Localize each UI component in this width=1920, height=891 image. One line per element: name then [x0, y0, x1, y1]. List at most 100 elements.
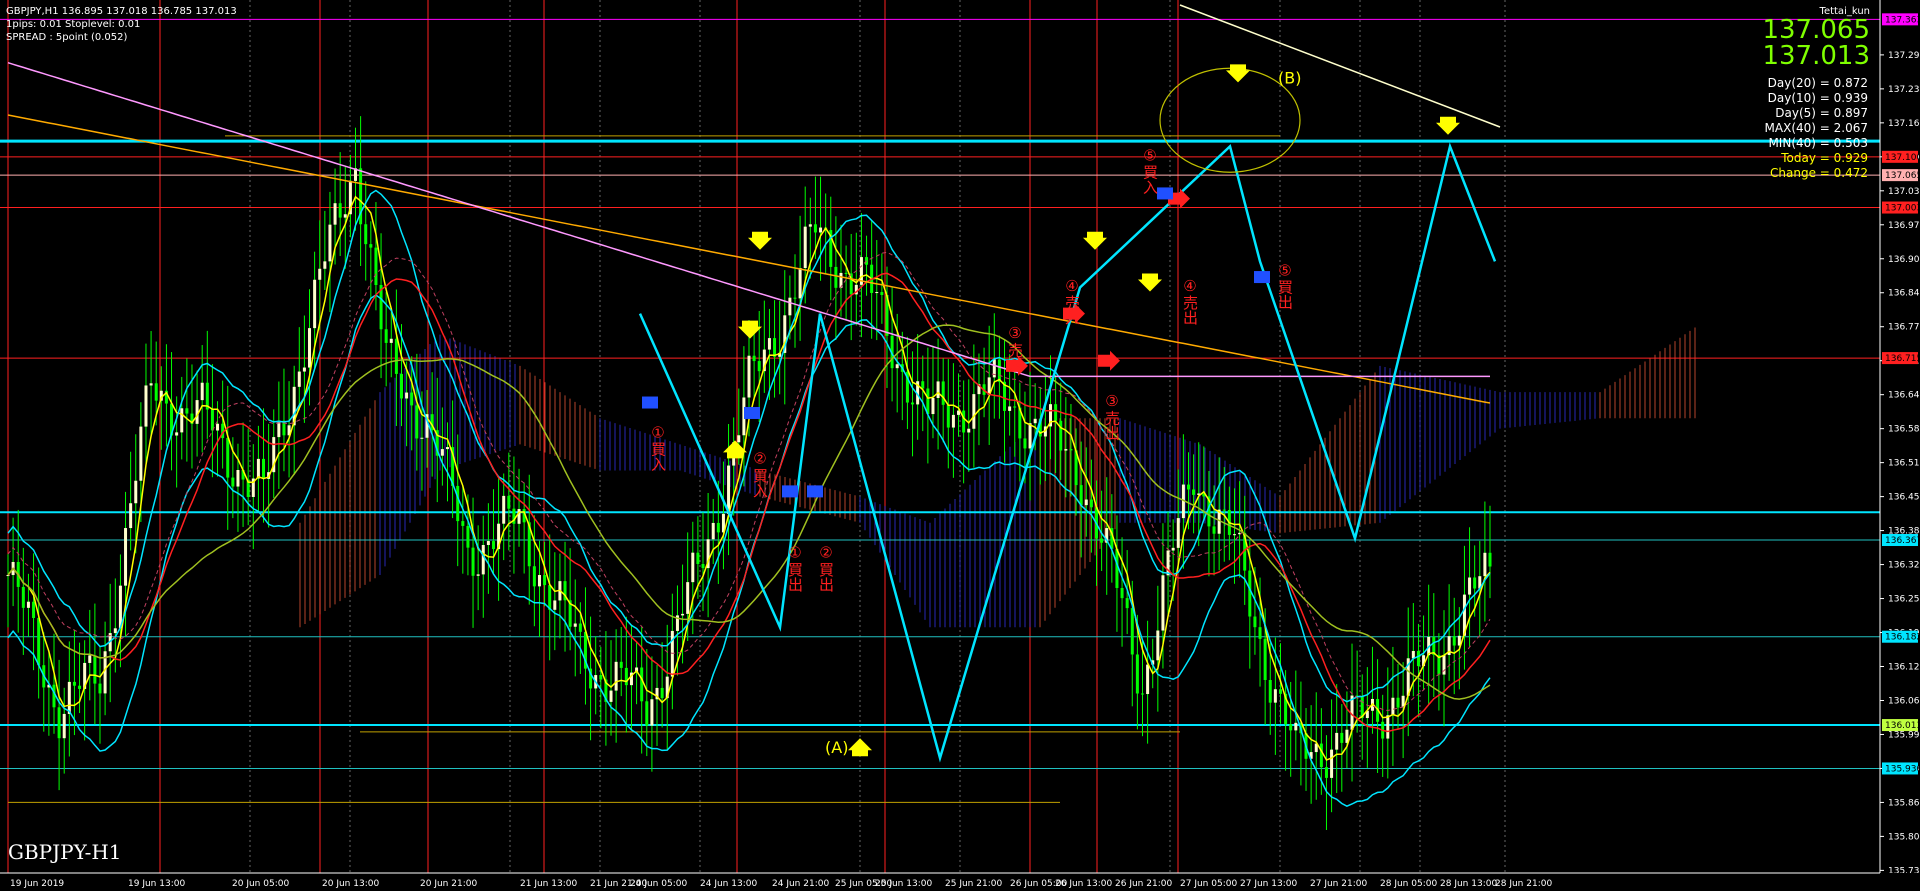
candle-body	[660, 687, 664, 699]
candle-body	[21, 586, 25, 608]
y-tick-label-11: 136.580	[1888, 425, 1920, 435]
candle-body	[1146, 664, 1150, 695]
stat-min40: MIN(40) = 0.503	[1768, 136, 1868, 150]
blue-marker-1	[744, 406, 760, 419]
candle-body	[1100, 538, 1104, 543]
trade-label-1: ②買入	[751, 450, 769, 498]
candle-body	[486, 541, 490, 545]
candle-body	[747, 355, 751, 398]
price-box-label-7: 136.013	[1885, 721, 1920, 731]
candle-body	[599, 675, 603, 680]
chart-header-pips: 1pips: 0.01 Stoplevel: 0.01	[6, 19, 141, 30]
trade-label-7: ④売出	[1181, 277, 1199, 325]
candle-body	[517, 509, 521, 524]
candle-body	[1130, 608, 1134, 655]
candle-body	[1069, 449, 1073, 451]
y-tick-label-23: 135.800	[1888, 832, 1920, 842]
candle-body	[231, 477, 235, 487]
candle-body	[967, 428, 971, 433]
candle-body	[788, 297, 792, 316]
price-chart[interactable]: (A) (B) ①買入 ②買入 ②買出 ①買出 ③売入 ③売出 ④売入 ④売出 ⑤買入 ⑤買出 137.…	[0, 0, 1920, 891]
candle-body	[875, 292, 879, 294]
candle-body	[1268, 679, 1272, 703]
x-tick-label-19: 28 Jun 05:00	[1380, 879, 1437, 889]
candle-body	[1140, 693, 1144, 695]
candle-body	[57, 707, 61, 739]
candle-body	[834, 266, 838, 288]
candle-body	[1468, 577, 1472, 595]
candle-body	[343, 214, 347, 218]
annotation-label-1: (B)	[1278, 69, 1301, 88]
candle-body	[1248, 570, 1252, 617]
y-tick-label-22: 135.865	[1888, 798, 1920, 808]
candle-body	[93, 655, 97, 684]
candle-body	[1335, 732, 1339, 750]
candle-body	[624, 667, 628, 686]
candle-body	[1340, 732, 1344, 743]
y-tick-label-20: 135.995	[1888, 730, 1920, 740]
candle-body	[1483, 552, 1487, 577]
candle-body	[808, 224, 812, 227]
candle-body	[420, 437, 424, 439]
candle-body	[226, 438, 230, 478]
candle-body	[308, 328, 312, 368]
candle-body	[481, 544, 485, 575]
blue-marker-3	[807, 485, 823, 498]
yellow-up-arrow-1	[848, 738, 872, 757]
candle-body	[1089, 499, 1093, 508]
x-tick-label-15: 26 Jun 21:00	[1115, 879, 1172, 889]
candle-body	[175, 432, 179, 436]
x-tick-label-17: 27 Jun 13:00	[1240, 879, 1297, 889]
candle-body	[333, 203, 337, 225]
candle-body	[752, 355, 756, 362]
candle-body	[476, 574, 480, 576]
price-box-label-5: 136.367	[1885, 536, 1920, 546]
candle-body	[1473, 577, 1477, 589]
blue-marker-4	[1157, 187, 1173, 200]
candle-body	[844, 272, 848, 274]
x-tick-label-3: 20 Jun 13:00	[322, 879, 379, 889]
candle-body	[26, 601, 30, 608]
y-tick-label-13: 136.450	[1888, 493, 1920, 503]
candle-body	[384, 329, 388, 343]
yellow-down-arrow-3	[1138, 273, 1162, 292]
candle-body	[543, 575, 547, 586]
chart-header-spread: SPREAD : 5point (0.052)	[6, 32, 128, 43]
candle-body	[67, 681, 71, 714]
x-tick-label-12: 25 Jun 21:00	[945, 879, 1002, 889]
price-box-label-6: 136.182	[1885, 633, 1920, 643]
candle-body	[946, 404, 950, 428]
candle-body	[573, 623, 577, 627]
candle-body	[553, 600, 557, 610]
candle-body	[369, 244, 373, 248]
x-tick-label-4: 20 Jun 21:00	[420, 879, 477, 889]
trade-label-2: ②買出	[817, 544, 835, 592]
candle-body	[185, 408, 189, 414]
candle-body	[1386, 715, 1390, 739]
candle-body	[134, 480, 138, 504]
candle-body	[1278, 689, 1282, 694]
candle-body	[548, 585, 552, 610]
candle-body	[767, 338, 771, 350]
candle-body	[1120, 587, 1124, 599]
y-tick-label-2: 137.165	[1888, 119, 1920, 129]
candle-body	[323, 261, 327, 269]
candle-body	[911, 402, 915, 405]
candle-body	[813, 224, 817, 233]
candle-body	[757, 361, 761, 372]
blue-marker-0	[642, 396, 658, 409]
candle-body	[640, 667, 644, 702]
candle-body	[537, 575, 541, 587]
candle-body	[394, 338, 398, 374]
candle-body	[803, 226, 807, 269]
candle-body	[1253, 616, 1257, 628]
candle-body	[650, 699, 654, 726]
candle-body	[1023, 438, 1027, 449]
candle-body	[405, 392, 409, 399]
candle-body	[1028, 423, 1032, 449]
x-tick-label-5: 21 Jun 13:00	[520, 879, 577, 889]
yellow-down-arrow-1	[738, 320, 762, 339]
candle-body	[6, 575, 10, 577]
trade-label-5: ③売出	[1103, 392, 1121, 440]
candle-body	[149, 383, 153, 386]
